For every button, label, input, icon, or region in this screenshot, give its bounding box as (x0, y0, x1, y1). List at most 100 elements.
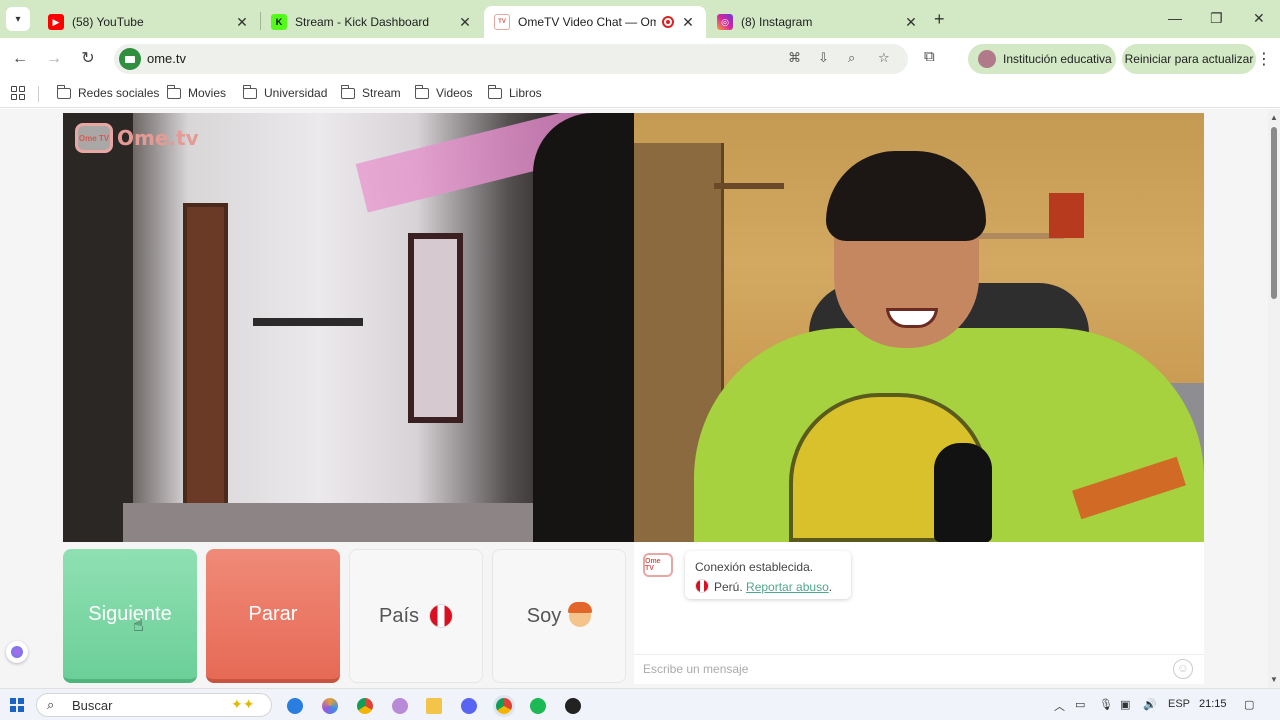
tab-search-button[interactable]: ▾ (6, 7, 30, 31)
chrome-icon[interactable] (357, 698, 373, 714)
language-indicator[interactable]: ESP (1168, 698, 1190, 710)
video-shape (123, 503, 543, 542)
local-video (634, 113, 1204, 542)
apps-grid-icon[interactable] (11, 86, 25, 100)
minimize-icon[interactable]: — (1168, 10, 1182, 26)
notifications-icon[interactable]: ▢ (1244, 698, 1254, 711)
video-shape (934, 443, 992, 542)
restart-to-update-button[interactable]: Reiniciar para actualizar (1122, 44, 1256, 74)
install-app-icon[interactable]: ⇩ (818, 50, 829, 66)
discord-icon[interactable] (461, 698, 477, 714)
spotify-icon[interactable] (530, 698, 546, 714)
back-icon[interactable]: ← (9, 48, 31, 70)
video-shape (714, 183, 784, 189)
new-tab-button[interactable]: + (934, 9, 945, 30)
tray-overflow-icon[interactable]: ︿ (1054, 698, 1065, 714)
tab-title: (58) YouTube (72, 15, 144, 29)
hand-cursor-icon: ☝ (133, 615, 144, 635)
obs-icon[interactable] (565, 698, 581, 714)
video-shape (1049, 193, 1084, 238)
floating-assistant-icon[interactable] (6, 641, 28, 663)
taskbar-search[interactable]: ⌕ Buscar ✦✦ (36, 693, 272, 717)
report-abuse-link[interactable]: Reportar abuso (746, 580, 829, 594)
ometv-icon: TV (494, 14, 510, 30)
scroll-down-icon[interactable]: ▼ (1270, 675, 1278, 684)
recording-icon (662, 16, 674, 28)
video-shape (408, 233, 463, 423)
scroll-thumb[interactable] (1271, 127, 1277, 299)
file-explorer-icon[interactable] (426, 698, 442, 714)
stop-label: Parar (248, 602, 298, 625)
clock[interactable]: 21:15 (1199, 698, 1227, 710)
chrome-active-icon[interactable] (496, 698, 512, 714)
profile-button[interactable]: Institución educativa (968, 44, 1116, 74)
close-icon[interactable]: ✕ (457, 14, 473, 31)
profile-label: Institución educativa (1003, 52, 1112, 66)
gender-button[interactable]: Soy (492, 549, 626, 683)
stop-button[interactable]: Parar (206, 549, 340, 683)
logo-text: Ome.tv (117, 126, 199, 150)
volume-icon[interactable]: 🔊 (1143, 698, 1157, 711)
url-text[interactable]: ome.tv (147, 51, 186, 66)
close-icon[interactable]: ✕ (680, 14, 696, 31)
tab-instagram[interactable]: ◎ (8) Instagram ✕ (707, 6, 929, 38)
tab-ometv[interactable]: TV OmeTV Video Chat — Ome ✕ (484, 6, 706, 38)
folder-icon (243, 84, 257, 99)
country-button[interactable]: País (349, 549, 483, 683)
forward-icon[interactable]: → (43, 48, 65, 70)
partner-country: Perú. (714, 580, 743, 594)
close-window-icon[interactable]: ✕ (1253, 10, 1265, 27)
search-icon: ⌕ (47, 697, 55, 712)
close-icon[interactable]: ✕ (903, 14, 919, 31)
restart-label: Reiniciar para actualizar (1124, 52, 1254, 66)
battery-icon[interactable]: ▭ (1075, 698, 1085, 711)
extensions-icon[interactable]: ⧉ (924, 48, 935, 65)
chevron-down-icon: ▾ (15, 13, 21, 25)
bookmark-label: Videos (436, 86, 473, 100)
windows-start-icon[interactable] (10, 698, 24, 712)
chat-message-input[interactable]: Escribe un mensaje (643, 662, 748, 676)
bookmark-folder[interactable]: Videos (415, 84, 473, 100)
bookmark-label: Redes sociales (78, 86, 160, 100)
reload-icon[interactable]: ↻ (77, 48, 99, 70)
translate-icon[interactable]: ⌘ (788, 50, 801, 66)
app-icon[interactable] (392, 698, 408, 714)
scroll-up-icon[interactable]: ▲ (1270, 113, 1278, 122)
restore-icon[interactable]: ❐ (1210, 10, 1223, 27)
edge-icon[interactable] (287, 698, 303, 714)
boy-emoji-icon (568, 602, 593, 627)
copilot-sparkle-icon: ✦✦ (231, 696, 255, 712)
partner-country-line: Perú. Reportar abuso. (695, 577, 841, 597)
connection-status: Conexión establecida. (695, 560, 814, 574)
bookmark-folder[interactable]: Stream (341, 84, 401, 100)
bookmark-folder[interactable]: Redes sociales (57, 84, 160, 100)
site-info-icon[interactable] (119, 48, 141, 70)
tab-title: Stream - Kick Dashboard (295, 15, 430, 29)
next-button[interactable]: Siguiente (63, 549, 197, 683)
microphone-icon[interactable]: 🎙 (1099, 698, 1113, 711)
zoom-icon[interactable]: ⌕ (848, 50, 855, 66)
copilot-icon[interactable] (322, 698, 338, 714)
tab-youtube[interactable]: ▶ (58) YouTube ✕ (38, 6, 260, 38)
video-shape (533, 113, 634, 542)
close-icon[interactable]: ✕ (234, 14, 250, 31)
ometv-chat-logo-icon: Ome TV (643, 553, 673, 577)
bookmark-folder[interactable]: Universidad (243, 84, 328, 100)
me-label: Soy (526, 604, 562, 627)
taskbar-search-placeholder: Buscar (72, 698, 113, 713)
page-scrollbar[interactable]: ▲ ▼ (1268, 109, 1280, 688)
bookmark-folder[interactable]: Libros (488, 84, 542, 100)
bookmark-star-icon[interactable]: ☆ (878, 50, 890, 66)
emoji-picker-icon[interactable]: ☺ (1173, 659, 1193, 679)
network-icon[interactable]: ▣ (1120, 698, 1130, 711)
address-bar[interactable]: ome.tv ⌘ ⇩ ⌕ ☆ (114, 44, 908, 74)
folder-icon (415, 84, 429, 99)
youtube-icon: ▶ (48, 14, 64, 30)
tab-kick[interactable]: K Stream - Kick Dashboard ✕ (261, 6, 483, 38)
report-suffix: . (828, 580, 833, 594)
bookmark-folder[interactable]: Movies (167, 84, 226, 100)
bookmark-label: Universidad (264, 86, 328, 100)
folder-icon (488, 84, 502, 99)
country-label: País (378, 604, 420, 627)
menu-kebab-icon[interactable]: ⋮ (1256, 49, 1272, 69)
